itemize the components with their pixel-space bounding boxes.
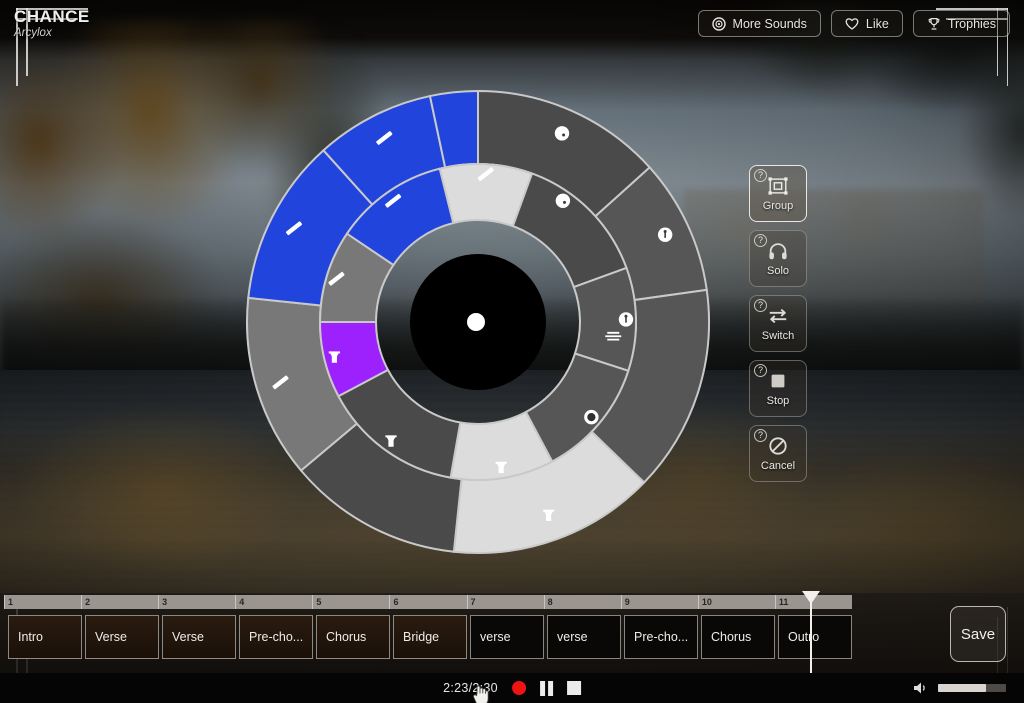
ruler-tick: 10 [697, 595, 775, 609]
ruler-tick: 9 [620, 595, 698, 609]
ruler-tick: 7 [466, 595, 544, 609]
cancel-tool-button[interactable]: ? Cancel [749, 425, 807, 482]
help-icon[interactable]: ? [754, 299, 767, 312]
sound-wheel-svg[interactable] [245, 89, 711, 555]
timeline-segment[interactable]: Pre-cho... [624, 615, 698, 659]
song-artist: Arcylox [14, 27, 52, 39]
stop-tool-button[interactable]: ? Stop [749, 360, 807, 417]
trophy-icon [927, 17, 941, 31]
transport-controls: 2:23/2:30 [443, 680, 581, 696]
ruler-tick: 5 [312, 595, 389, 609]
no-entry-icon [769, 437, 787, 455]
sound-wheel[interactable] [245, 89, 711, 555]
timeline-segment[interactable]: Verse [85, 615, 159, 659]
time-display: 2:23/2:30 [443, 681, 498, 695]
help-icon[interactable]: ? [754, 169, 767, 182]
ruler-tick: 2 [81, 595, 158, 609]
ruler-tick: 1 [4, 595, 81, 609]
timeline-segment[interactable]: Bridge [393, 615, 467, 659]
tool-rail: ? Group ? Solo ? Switch ? Stop ? Cancel [749, 165, 807, 482]
group-frame-icon [768, 177, 788, 195]
timeline-segments[interactable]: Intro Verse Verse Pre-cho... Chorus Bridge ver… [4, 615, 1020, 659]
stop-tool-label: Stop [766, 395, 790, 407]
switch-tool-button[interactable]: ? Switch [749, 295, 807, 352]
solo-tool-label: Solo [766, 265, 790, 277]
group-tool-button[interactable]: ? Group [749, 165, 807, 222]
group-tool-label: Group [762, 200, 794, 212]
song-info: CHANCE Arcylox [14, 7, 90, 40]
ruler-tick: 8 [543, 595, 621, 609]
ruler-tick: 6 [389, 595, 466, 609]
ruler-tick: 4 [235, 595, 312, 609]
save-button[interactable]: Save [950, 606, 1006, 662]
headphones-icon [769, 243, 787, 260]
switch-tool-label: Switch [761, 330, 795, 342]
top-action-bar: More Sounds Like Trophies [697, 10, 1010, 37]
like-button[interactable]: Like [830, 10, 903, 37]
record-button[interactable] [511, 681, 526, 695]
swap-arrows-icon [769, 308, 787, 324]
ruler-tick: 3 [158, 595, 235, 609]
help-icon[interactable]: ? [754, 234, 767, 247]
like-label: Like [865, 16, 889, 31]
cancel-tool-label: Cancel [760, 460, 796, 472]
timeline-ruler[interactable]: 1 2 3 4 5 6 7 8 9 10 11 [4, 595, 852, 609]
app-root: CHANCE Arcylox More Sounds Like Trophies… [0, 0, 1024, 703]
help-icon[interactable]: ? [754, 364, 767, 377]
volume-slider[interactable] [938, 684, 1006, 692]
volume-slider-fill [938, 684, 986, 692]
more-sounds-label: More Sounds [732, 16, 807, 31]
record-disc-icon [711, 16, 726, 31]
trophies-label: Trophies [947, 16, 996, 31]
playhead[interactable] [802, 591, 820, 673]
cymbal-icon [618, 312, 634, 327]
drum-stick-icon [555, 193, 571, 208]
speaker-icon[interactable] [913, 681, 929, 695]
timeline-segment[interactable]: verse [547, 615, 621, 659]
wheel-hub-dot [467, 313, 485, 331]
timeline-segment[interactable]: verse [470, 615, 544, 659]
timeline-segment[interactable]: Intro [8, 615, 82, 659]
cymbal-icon [657, 227, 673, 242]
transport-bar: 2:23/2:30 [0, 673, 1024, 703]
timeline-segment[interactable]: Chorus [316, 615, 390, 659]
trophies-button[interactable]: Trophies [912, 10, 1010, 37]
more-sounds-button[interactable]: More Sounds [697, 10, 821, 37]
help-icon[interactable]: ? [754, 429, 767, 442]
timeline-segment[interactable]: Verse [162, 615, 236, 659]
timeline-segment[interactable]: Chorus [701, 615, 775, 659]
heart-icon [845, 17, 859, 30]
drum-pad-icon [554, 126, 570, 141]
hihat-icon [584, 409, 599, 425]
solo-tool-button[interactable]: ? Solo [749, 230, 807, 287]
timeline-segment[interactable]: Outro [778, 615, 852, 659]
pause-button[interactable] [539, 680, 553, 696]
timeline-segment[interactable]: Pre-cho... [239, 615, 313, 659]
stop-button[interactable] [566, 681, 581, 695]
volume-control[interactable] [913, 681, 1006, 695]
song-title: CHANCE [14, 7, 90, 26]
stop-square-icon [771, 374, 785, 388]
timeline[interactable]: 1 2 3 4 5 6 7 8 9 10 11 Intro Verse Verse Pre-cho... C… [0, 591, 1024, 673]
